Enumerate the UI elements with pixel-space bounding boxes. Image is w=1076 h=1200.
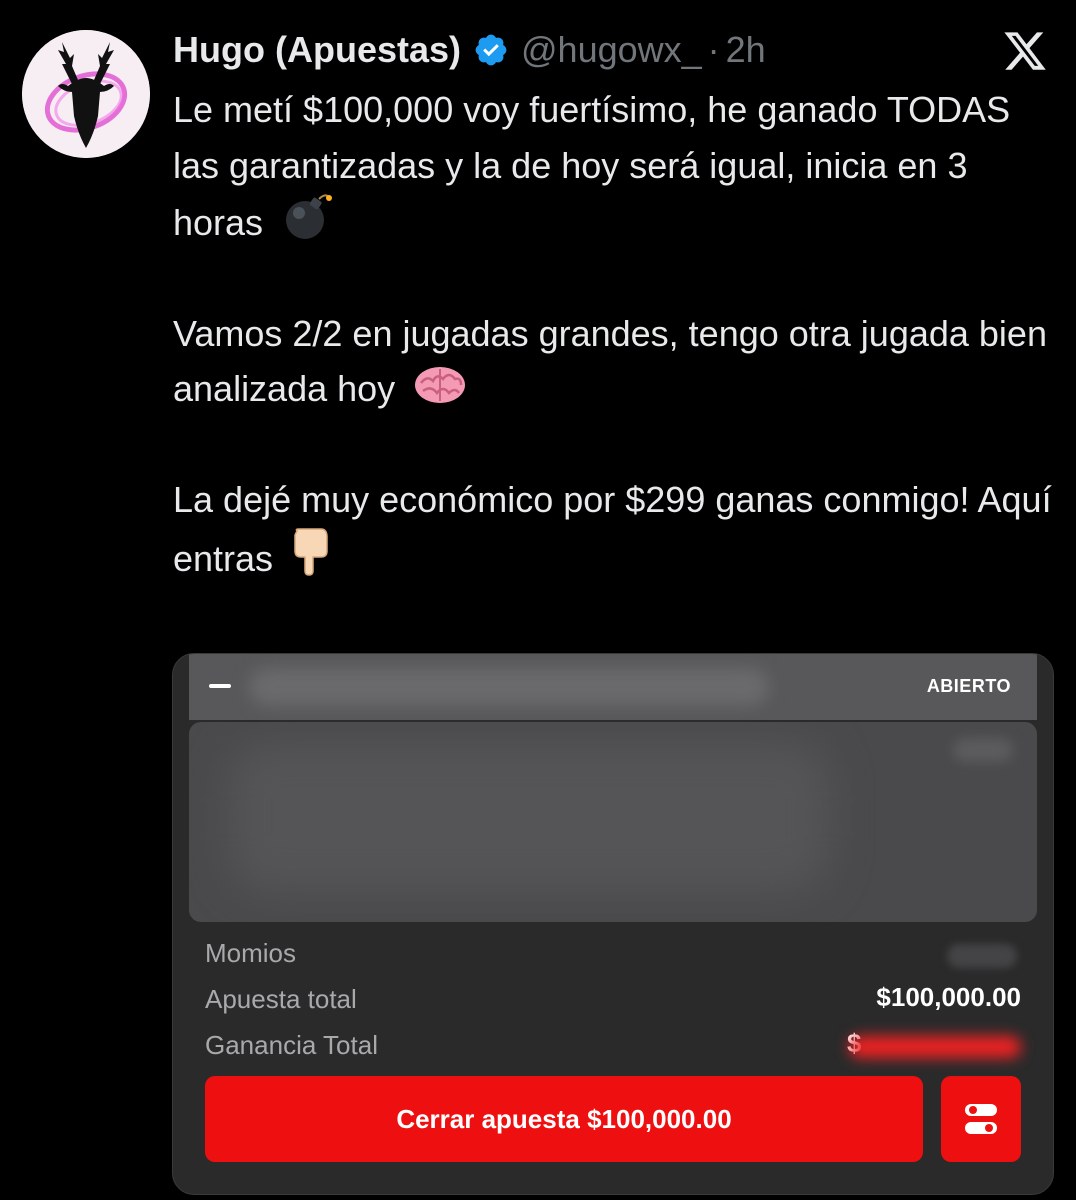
collapse-minus-icon[interactable] <box>209 684 231 688</box>
cashout-button[interactable]: Cerrar apuesta $100,000.00 <box>205 1076 923 1162</box>
stake-value: $100,000.00 <box>876 982 1021 1012</box>
bet-slip-card[interactable]: ABIERTO Momios Apuesta total $100,000.00… <box>172 653 1054 1195</box>
stake-row: Apuesta total $100,000.00 <box>205 980 1021 1020</box>
blurred-odds-value <box>947 944 1017 968</box>
pointing-down-emoji-icon <box>294 528 328 576</box>
tweet-body: Le metí $100,000 voy fuertísimo, he gana… <box>173 82 1063 587</box>
payout-row: Ganancia Total $ <box>205 1026 1021 1066</box>
toggle-options-icon <box>965 1104 997 1134</box>
x-logo-icon[interactable] <box>1002 28 1048 74</box>
brain-emoji-icon <box>415 367 466 403</box>
display-name[interactable]: Hugo (Apuestas) <box>173 29 461 71</box>
tweet-paragraph-1: Le metí $100,000 voy fuertísimo, he gana… <box>173 82 1063 251</box>
bet-status-label: ABIERTO <box>926 676 1011 696</box>
timestamp[interactable]: 2h <box>726 29 766 71</box>
user-handle[interactable]: @hugowx_ <box>521 29 702 71</box>
deer-head-silhouette-icon <box>22 30 150 158</box>
options-toggle-button[interactable] <box>941 1076 1021 1162</box>
verified-badge-icon[interactable] <box>473 32 509 68</box>
bet-slip-header: ABIERTO <box>189 654 1037 720</box>
blurred-bet-details <box>189 722 1037 922</box>
blurred-payout-value <box>849 1036 1021 1058</box>
odds-row: Momios <box>205 934 1021 974</box>
blurred-event-title <box>249 668 769 706</box>
tweet-paragraph-3: La dejé muy económico por $299 ganas con… <box>173 472 1063 587</box>
bomb-emoji-icon <box>286 194 333 239</box>
stake-label: Apuesta total <box>205 984 357 1014</box>
avatar[interactable] <box>22 30 150 158</box>
odds-label: Momios <box>205 938 297 968</box>
tweet-paragraph-2: Vamos 2/2 en jugadas grandes, tengo otra… <box>173 306 1063 417</box>
payout-label: Ganancia Total <box>205 1030 378 1060</box>
separator-dot: · <box>707 29 720 70</box>
tweet-paragraph-2-text: Vamos 2/2 en jugadas grandes, tengo otra… <box>173 312 1047 410</box>
tweet-header: Hugo (Apuestas) @hugowx_ · 2h <box>173 26 766 74</box>
